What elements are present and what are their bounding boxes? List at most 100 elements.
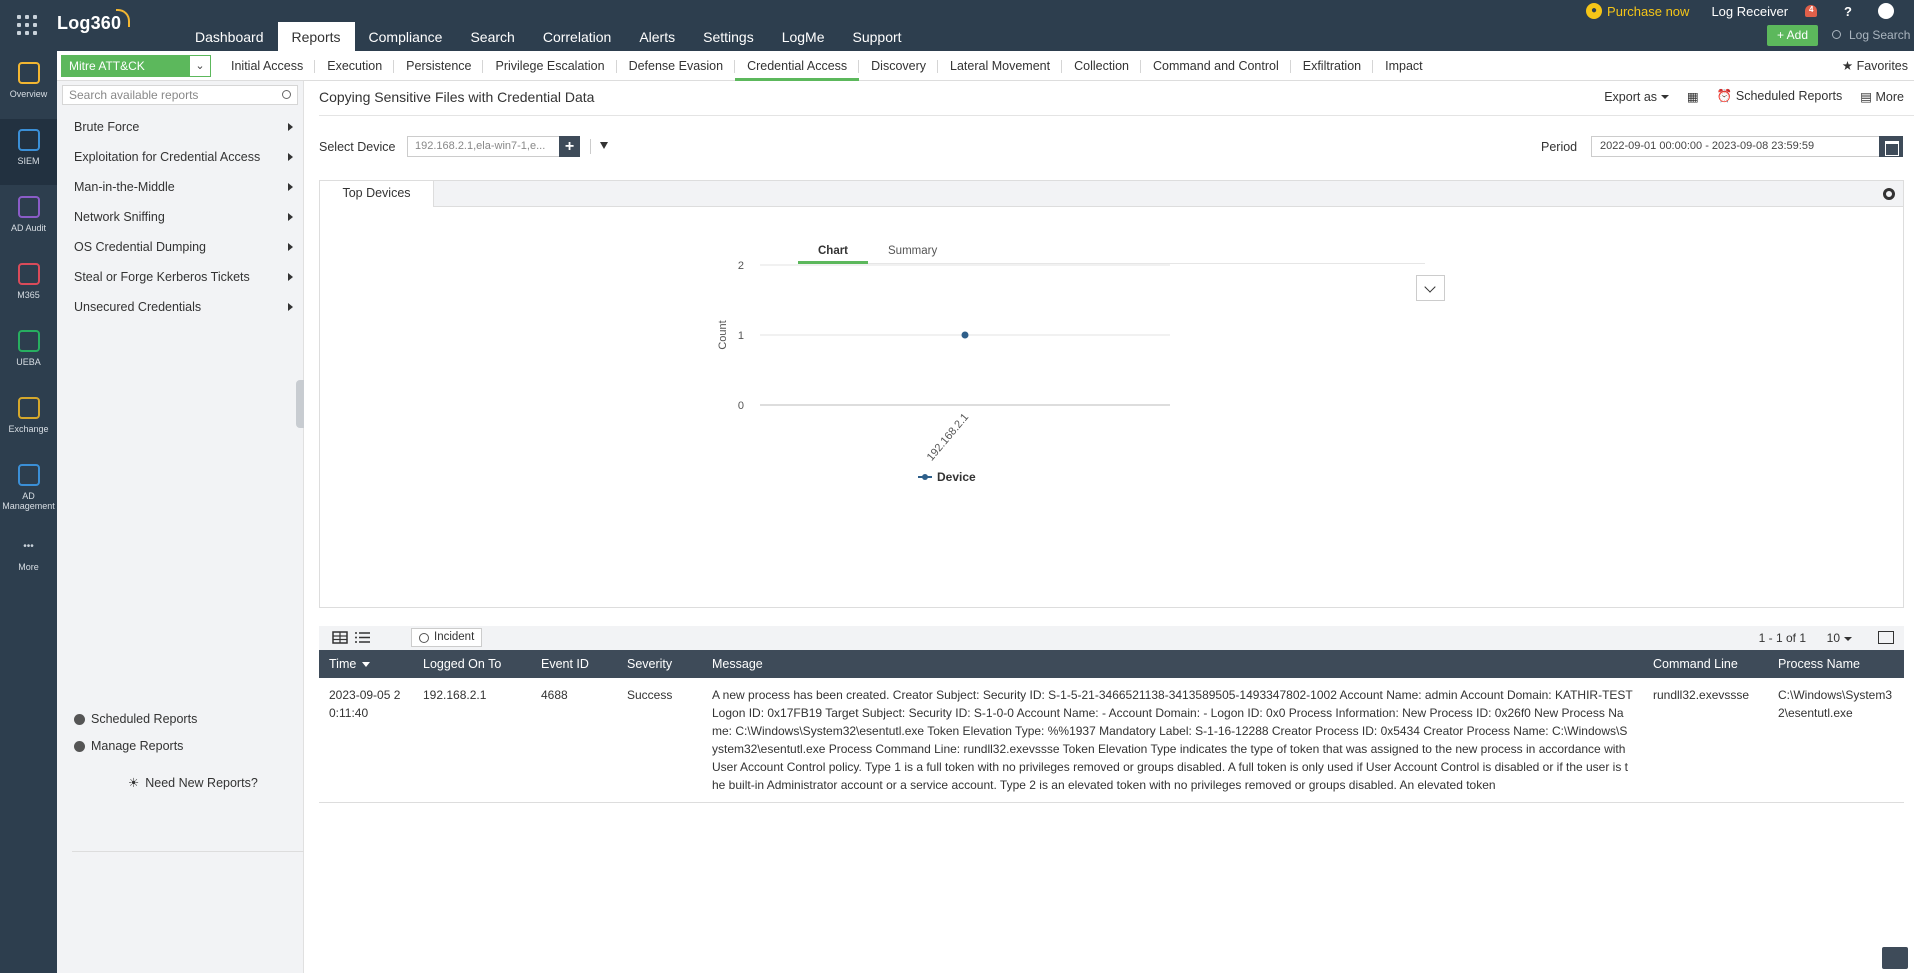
add-button[interactable]: + Add [1766, 25, 1818, 46]
sort-desc-icon [362, 662, 371, 668]
incident-button[interactable]: Incident [411, 628, 483, 647]
manage-reports-link[interactable]: Manage Reports [74, 739, 183, 753]
rail-item-overview[interactable]: Overview [0, 52, 57, 118]
app-launcher-icon[interactable] [17, 15, 37, 35]
list-view-icon[interactable] [352, 629, 374, 646]
sidebar-item-os-credential-dumping[interactable]: OS Credential Dumping [74, 232, 298, 262]
rail-item-more[interactable]: ••• More [0, 525, 57, 591]
cell-command-line: rundll32.exevssse [1643, 678, 1768, 803]
chat-icon[interactable] [1882, 947, 1908, 969]
column-header-time[interactable]: Time [319, 650, 413, 678]
column-header-process-name[interactable]: Process Name [1768, 650, 1904, 678]
log-search-input[interactable]: Log Search [1824, 25, 1914, 46]
purchase-now-link[interactable]: ● Purchase now [1586, 3, 1689, 19]
app-logo[interactable]: Log360 [57, 13, 121, 34]
rail-item-siem[interactable]: SIEM [0, 119, 57, 185]
need-new-reports-link[interactable]: ☀ Need New Reports? [128, 775, 258, 791]
sidebar-item-exploitation-for-credential-access[interactable]: Exploitation for Credential Access [74, 142, 298, 172]
subtab-discovery[interactable]: Discovery [859, 51, 938, 81]
column-header-label: Event ID [541, 657, 589, 671]
pdf-icon[interactable]: ▦ [1687, 89, 1699, 104]
tab-compliance[interactable]: Compliance [355, 22, 457, 51]
table-view-icon[interactable] [329, 629, 351, 646]
search-icon [282, 90, 291, 99]
cell-logged-on-to: 192.168.2.1 [413, 678, 531, 803]
tab-alerts[interactable]: Alerts [625, 22, 689, 51]
table-header-row: Time Logged On To Event ID Severity Message C… [319, 650, 1904, 678]
scheduled-reports-button[interactable]: ⏰ Scheduled Reports [1717, 89, 1842, 104]
cell-message: A new process has been created. Creator … [702, 678, 1643, 803]
tab-logme[interactable]: LogMe [768, 22, 839, 51]
chart-type-dropdown[interactable] [1416, 275, 1445, 301]
subtab-lateral-movement[interactable]: Lateral Movement [938, 51, 1063, 81]
sidebar-item-label: Network Sniffing [74, 210, 165, 224]
column-header-logged-on-to[interactable]: Logged On To [413, 650, 531, 678]
period-input[interactable]: 2022-09-01 00:00:00 - 2023-09-08 23:59:5… [1591, 136, 1883, 157]
tab-settings[interactable]: Settings [689, 22, 768, 51]
report-search-input[interactable]: Search available reports [62, 85, 298, 105]
sidebar-item-unsecured-credentials[interactable]: Unsecured Credentials [74, 292, 298, 322]
filter-icon[interactable] [600, 142, 608, 149]
subtab-command-and-control[interactable]: Command and Control [1141, 51, 1291, 81]
subtab-credential-access[interactable]: Credential Access [735, 51, 860, 81]
column-header-command-line[interactable]: Command Line [1643, 650, 1768, 678]
subtab-persistence[interactable]: Persistence [394, 51, 484, 81]
sidebar-item-brute-force[interactable]: Brute Force [74, 112, 298, 142]
sidebar-item-network-sniffing[interactable]: Network Sniffing [74, 202, 298, 232]
rail-item-m365[interactable]: M365 [0, 253, 57, 319]
rail-item-exchange[interactable]: Exchange [0, 387, 57, 453]
add-device-button[interactable]: + [559, 136, 580, 157]
column-header-event-id[interactable]: Event ID [531, 650, 617, 678]
panel-header: Top Devices [320, 181, 1903, 207]
tab-dashboard[interactable]: Dashboard [181, 22, 278, 51]
favorites-link[interactable]: ★ Favorites [1842, 51, 1908, 81]
sidebar-item-steal-or-forge-kerberos-tickets[interactable]: Steal or Forge Kerberos Tickets [74, 262, 298, 292]
rail-item-ueba[interactable]: UEBA [0, 320, 57, 386]
calendar-icon[interactable] [1879, 136, 1903, 157]
subtab-exfiltration[interactable]: Exfiltration [1291, 51, 1374, 81]
table-row[interactable]: 2023-09-05 20:11:40 192.168.2.1 4688 Succes… [319, 678, 1904, 803]
tab-reports[interactable]: Reports [277, 22, 355, 51]
tab-search[interactable]: Search [456, 22, 528, 51]
caret-right-icon [288, 153, 293, 161]
sidebar-item-label: Steal or Forge Kerberos Tickets [74, 270, 250, 284]
tab-summary[interactable]: Summary [878, 241, 947, 264]
user-avatar-icon[interactable] [1878, 3, 1894, 19]
subtab-collection[interactable]: Collection [1062, 51, 1141, 81]
column-header-severity[interactable]: Severity [617, 650, 702, 678]
rail-item-label: SIEM [17, 156, 40, 166]
category-select[interactable]: Mitre ATT&CK ⌄ [61, 55, 211, 77]
scheduled-reports-btn-label: Scheduled Reports [1735, 89, 1843, 103]
per-page-select[interactable]: 10 [1827, 626, 1852, 650]
tab-chart[interactable]: Chart [798, 241, 868, 264]
sidebar-item-man-in-the-middle[interactable]: Man-in-the-Middle [74, 172, 298, 202]
scheduled-reports-link[interactable]: Scheduled Reports [74, 712, 197, 726]
notification-bell-icon[interactable]: 4 [1804, 3, 1820, 19]
title-divider [319, 115, 1914, 116]
report-search-placeholder: Search available reports [69, 88, 199, 102]
more-button[interactable]: ▤ More [1860, 89, 1904, 104]
export-as-dropdown[interactable]: Export as [1604, 89, 1670, 104]
sidebar-collapse-handle[interactable] [296, 380, 304, 428]
column-header-message[interactable]: Message [702, 650, 1643, 678]
sidebar-item-label: Unsecured Credentials [74, 300, 202, 314]
device-input[interactable]: 192.168.2.1,ela-win7-1,e... [407, 136, 563, 157]
tab-support[interactable]: Support [839, 22, 916, 51]
chevron-down-icon[interactable]: ⌄ [189, 55, 211, 77]
help-icon[interactable]: ? [1844, 4, 1852, 19]
y-tick-label: 0 [738, 400, 744, 412]
gear-icon[interactable] [1883, 188, 1895, 200]
log-receiver-link[interactable]: Log Receiver [1711, 4, 1788, 19]
export-label: Export as [1604, 89, 1658, 104]
tab-correlation[interactable]: Correlation [529, 22, 625, 51]
rail-item-ad-audit[interactable]: AD Audit [0, 186, 57, 252]
rail-item-ad-management[interactable]: AD Management [0, 454, 57, 520]
subtab-impact[interactable]: Impact [1373, 51, 1435, 81]
subtab-defense-evasion[interactable]: Defense Evasion [617, 51, 736, 81]
tab-top-devices[interactable]: Top Devices [320, 181, 434, 207]
column-chooser-icon[interactable] [1878, 631, 1894, 644]
cell-process-name: C:\Windows\System32\esentutl.exe [1768, 678, 1904, 803]
subtab-execution[interactable]: Execution [315, 51, 395, 81]
subtab-initial-access[interactable]: Initial Access [219, 51, 316, 81]
subtab-privilege-escalation[interactable]: Privilege Escalation [483, 51, 617, 81]
